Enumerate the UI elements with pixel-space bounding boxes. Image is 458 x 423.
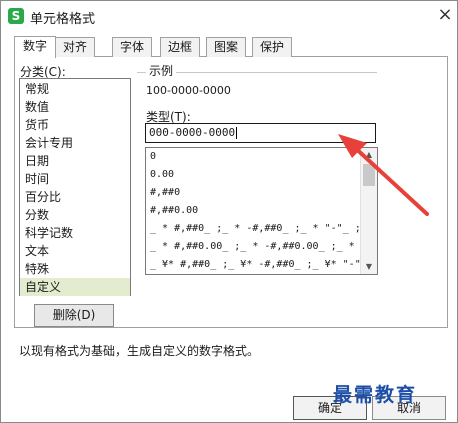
annotation-arrow-icon bbox=[338, 134, 429, 216]
watermark-logo: 最需教育 bbox=[333, 384, 418, 406]
tab-number[interactable]: 数字 bbox=[14, 36, 56, 58]
